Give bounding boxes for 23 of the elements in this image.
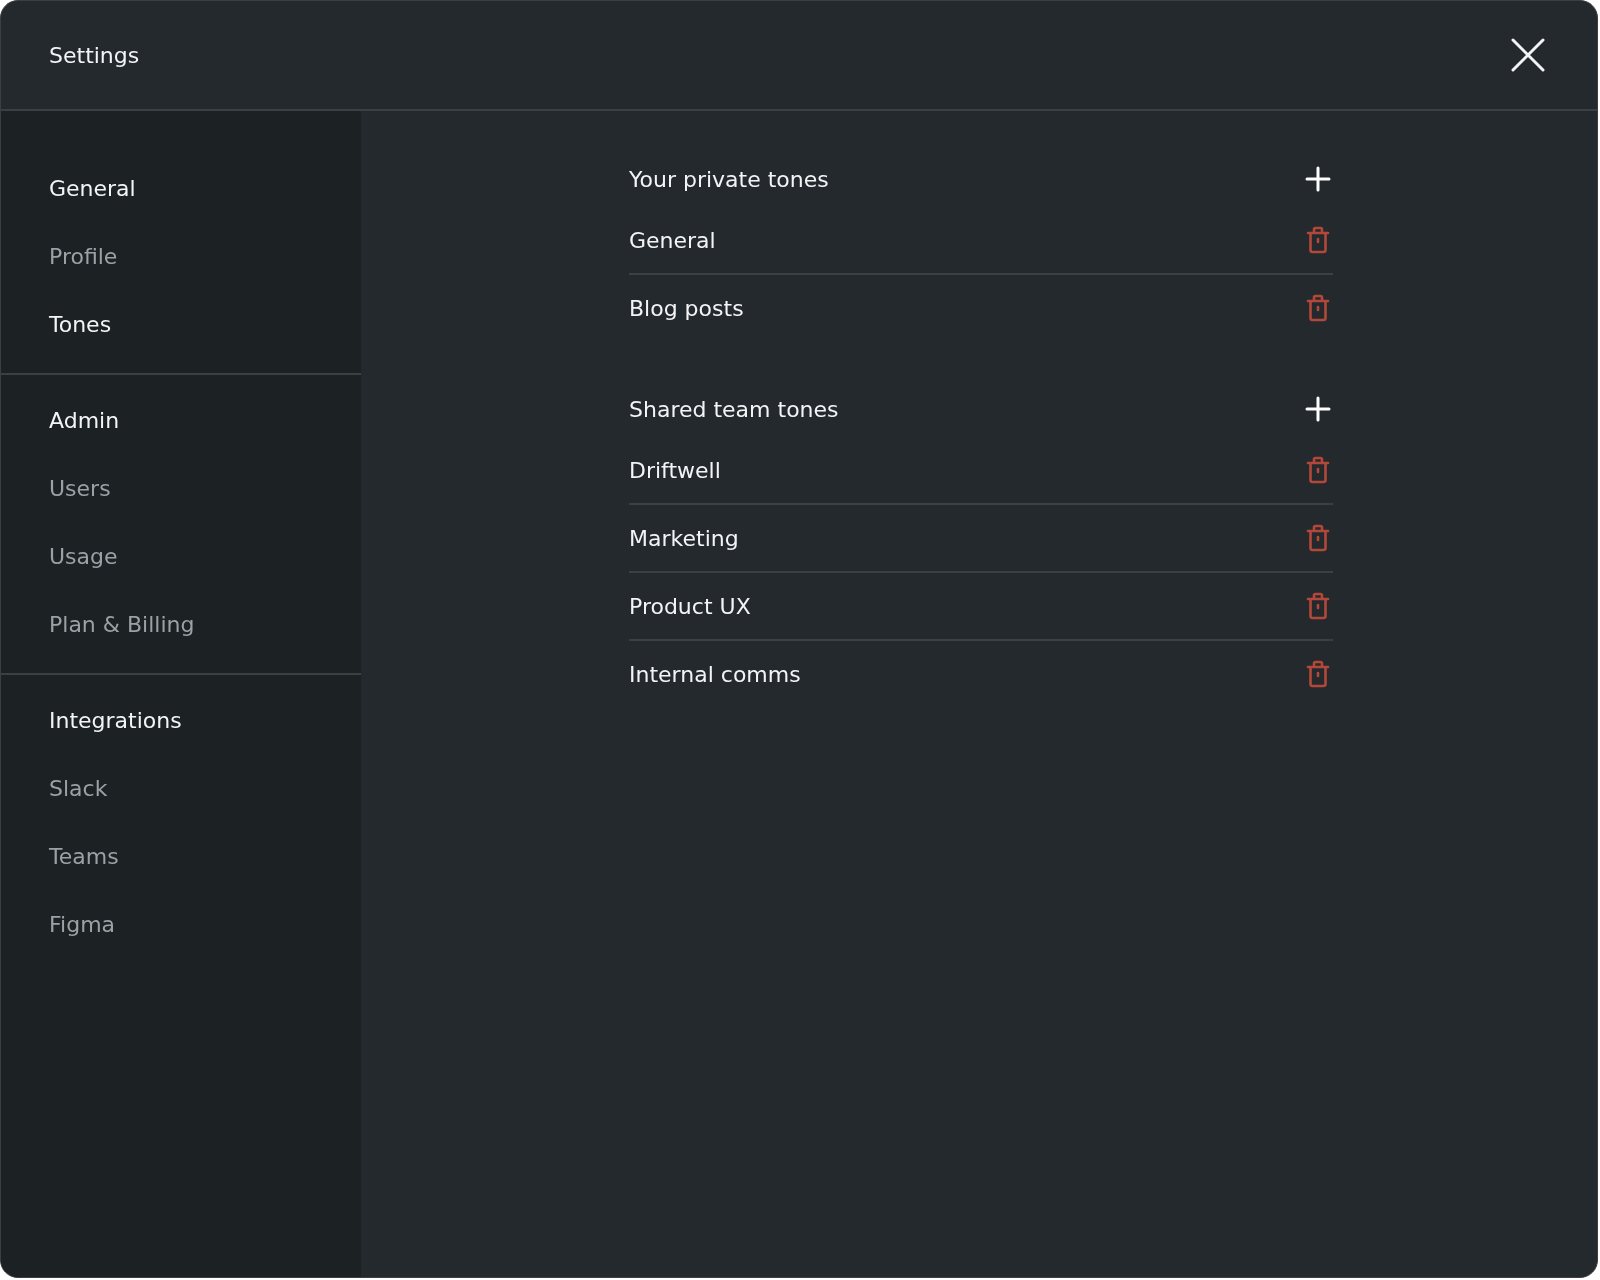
close-button[interactable]	[1509, 36, 1547, 74]
sidebar-section-header: General	[49, 175, 136, 203]
sidebar-item[interactable]: Profile	[49, 223, 118, 291]
sidebar-item[interactable]: Teams	[49, 823, 119, 891]
sidebar-section-header: Integrations	[49, 707, 182, 735]
tone-name: Internal comms	[629, 661, 801, 687]
section-title: Shared team tones	[629, 396, 839, 422]
sidebar-item[interactable]: Figma	[49, 891, 116, 959]
section-title: Your private tones	[629, 166, 829, 192]
tone-name: Blog posts	[629, 295, 744, 321]
window-title: Settings	[49, 42, 140, 68]
tone-name: Product UX	[629, 593, 751, 619]
sidebar-item[interactable]: Tones	[49, 291, 112, 359]
tone-name: Driftwell	[629, 457, 721, 483]
tone-name: Marketing	[629, 525, 739, 551]
sidebar-item[interactable]: Users	[49, 455, 111, 523]
sidebar-item[interactable]: Slack	[49, 755, 108, 823]
sidebar-section-header: Admin	[49, 407, 120, 435]
tone-name: General	[629, 227, 716, 253]
sidebar-item[interactable]: Plan & Billing	[49, 591, 195, 659]
add-button[interactable]	[1303, 394, 1333, 424]
add-button[interactable]	[1303, 164, 1333, 194]
sidebar-item[interactable]: Usage	[49, 523, 118, 591]
